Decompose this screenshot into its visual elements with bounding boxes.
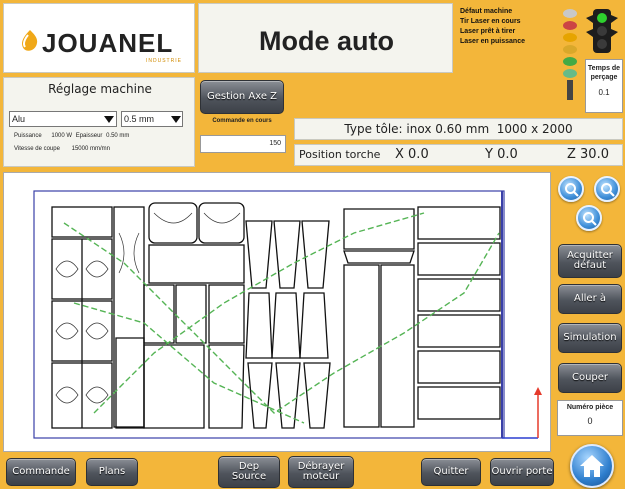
power-value: 1000 W bbox=[51, 133, 73, 139]
speed-value: 15000 mm/mn bbox=[71, 146, 110, 152]
nesting-drawing bbox=[33, 190, 542, 439]
sheet-type-label: Type tôle: inox 0.60 mm 1000 x 2000 bbox=[344, 122, 573, 136]
speed-label: Vitesse de coupe bbox=[14, 146, 60, 152]
quit-button[interactable]: Quitter bbox=[421, 458, 481, 486]
go-to-button[interactable]: Aller à bbox=[558, 284, 622, 314]
command-button[interactable]: Commande bbox=[6, 458, 76, 486]
pierce-time-box: Temps de perçage 0.1 bbox=[585, 59, 623, 113]
position-x: X 0.0 bbox=[395, 147, 429, 162]
sheet-type-bar: Type tôle: inox 0.60 mm 1000 x 2000 bbox=[294, 118, 623, 140]
disengage-motor-button[interactable]: Débrayer moteur bbox=[288, 456, 354, 488]
logo-drop-icon bbox=[16, 28, 42, 57]
cut-button[interactable]: Couper bbox=[558, 363, 622, 393]
traffic-light-icon bbox=[585, 9, 619, 55]
status-ready: Laser prêt à tirer bbox=[460, 28, 516, 35]
piece-number-label: Numéro pièce bbox=[566, 404, 614, 411]
position-z: Z 30.0 bbox=[567, 147, 609, 162]
brand-name: JOUANEL bbox=[42, 28, 174, 58]
logo-panel: JOUANEL INDUSTRIE bbox=[3, 3, 195, 73]
pierce-time-value: 0.1 bbox=[598, 88, 610, 97]
settings-title: Réglage machine bbox=[48, 82, 152, 96]
source-button[interactable]: Dep Source bbox=[218, 456, 280, 488]
simulation-button[interactable]: Simulation bbox=[558, 323, 622, 353]
material-select[interactable]: Alu bbox=[9, 111, 117, 127]
status-default: Défaut machine bbox=[460, 8, 513, 15]
plans-button[interactable]: Plans bbox=[86, 458, 138, 486]
thickness-value: 0.50 mm bbox=[106, 133, 130, 139]
position-y: Y 0.0 bbox=[485, 147, 518, 162]
zoom-out-icon[interactable] bbox=[594, 176, 620, 202]
header-panel: Mode auto bbox=[198, 3, 453, 73]
open-door-button[interactable]: Ouvrir porte bbox=[490, 458, 554, 486]
signal-tower-icon bbox=[562, 7, 578, 107]
acknowledge-fault-button[interactable]: Acquitter défaut bbox=[558, 244, 622, 278]
status-power: Laser en puissance bbox=[460, 38, 525, 45]
power-row: Puissance 1000 W Epaisseur 0.50 mm bbox=[14, 133, 129, 139]
position-bar: Position torche X 0.0 Y 0.0 Z 30.0 bbox=[294, 144, 623, 166]
zoom-in-icon[interactable] bbox=[558, 176, 584, 202]
material-dropdown-icon[interactable] bbox=[104, 116, 114, 123]
zoom-fit-icon[interactable] bbox=[576, 205, 602, 231]
brand-sub: INDUSTRIE bbox=[146, 58, 182, 64]
thickness-dropdown-icon[interactable] bbox=[171, 116, 181, 123]
pierce-time-label: Temps de perçage bbox=[587, 65, 621, 81]
position-label: Position torche bbox=[299, 148, 381, 161]
home-icon[interactable] bbox=[570, 444, 614, 488]
page-title: Mode auto bbox=[259, 26, 394, 56]
settings-panel: Réglage machine Alu 0.5 mm Puissance 100… bbox=[3, 77, 195, 167]
piece-number-value: 0 bbox=[587, 416, 593, 426]
power-label: Puissance bbox=[14, 133, 42, 139]
thickness-label: Epaisseur bbox=[75, 133, 103, 139]
piece-number-box: Numéro pièce 0 bbox=[557, 400, 623, 436]
cutting-canvas[interactable] bbox=[3, 172, 551, 452]
command-value: 150 bbox=[200, 135, 286, 153]
z-axis-button[interactable]: Gestion Axe Z bbox=[200, 80, 284, 114]
command-label: Commande en cours bbox=[212, 118, 272, 124]
status-firing: Tir Laser en cours bbox=[460, 18, 521, 25]
speed-row: Vitesse de coupe 15000 mm/mn bbox=[14, 146, 110, 152]
status-panel: Défaut machine Tir Laser en cours Laser … bbox=[457, 3, 623, 115]
